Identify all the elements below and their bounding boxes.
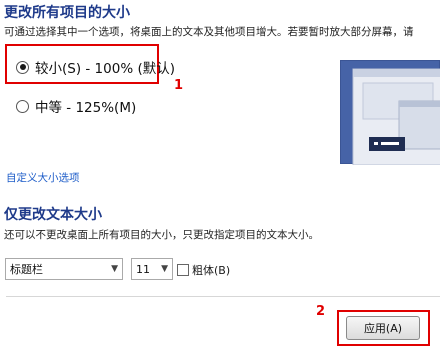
font-size-select[interactable]: 11 ▼ xyxy=(131,258,173,280)
radio-label-medium: 中等 - 125%(M) xyxy=(35,100,137,116)
chevron-down-icon: ▼ xyxy=(111,264,118,274)
step-2-annotation: 2 xyxy=(316,304,326,319)
display-preview-image xyxy=(340,60,440,166)
radio-button[interactable] xyxy=(16,99,29,113)
radio-button[interactable] xyxy=(16,60,29,74)
item-select-value: 标题栏 xyxy=(10,263,43,276)
item-select[interactable]: 标题栏 ▼ xyxy=(5,258,123,280)
font-size-select-value: 11 xyxy=(136,262,150,276)
preview-illustration xyxy=(352,68,440,166)
bold-checkbox-row[interactable]: 粗体(B) xyxy=(177,262,230,278)
apply-button[interactable]: 应用(A) xyxy=(346,316,420,340)
chevron-down-icon: ▼ xyxy=(161,264,168,274)
radio-option-medium[interactable]: 中等 - 125%(M) xyxy=(16,96,136,116)
step-1-annotation: 1 xyxy=(174,78,184,93)
bold-checkbox-label: 粗体(B) xyxy=(192,264,231,277)
custom-size-link[interactable]: 自定义大小选项 xyxy=(6,170,80,185)
page-title: 更改所有项目的大小 xyxy=(4,5,130,21)
radio-option-small[interactable]: 较小(S) - 100% (默认) xyxy=(16,57,175,77)
text-size-description: 还可以不更改桌面上所有项目的大小，只更改指定项目的文本大小。 xyxy=(4,229,319,241)
page-description: 可通过选择其中一个选项，将桌面上的文本及其他项目增大。若要暂时放大部分屏幕，请 xyxy=(4,26,414,38)
section-divider xyxy=(6,296,440,297)
radio-selected-dot xyxy=(19,64,26,70)
bold-checkbox[interactable] xyxy=(177,264,189,276)
text-size-title: 仅更改文本大小 xyxy=(4,207,102,223)
radio-label-small: 较小(S) - 100% (默认) xyxy=(35,61,175,77)
